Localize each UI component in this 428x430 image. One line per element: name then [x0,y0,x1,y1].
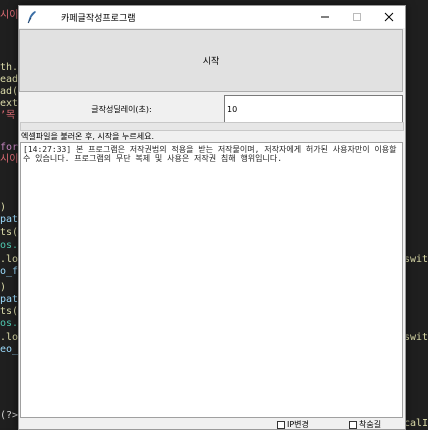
log-textarea[interactable]: [14:27:33] 본 프로그램은 저작권법의 적용을 받는 저작물이며, 저… [20,142,403,418]
maximize-icon [353,13,361,21]
code-fragment: ) [0,202,7,213]
delay-label: 글작성딜레이(초): [91,104,152,114]
title-bar[interactable]: 카페글작성프로그램 [19,6,405,28]
code-fragment: os. [0,240,19,251]
delay-row: 글작성딜레이(초): [19,92,405,126]
checkbox-icon [277,420,285,429]
progress-bar [20,122,404,131]
close-icon [384,12,394,22]
close-button[interactable] [373,6,405,28]
code-fragment: ) [0,282,7,293]
code-fragment: calIPr [404,418,428,429]
start-button[interactable]: 시작 [19,29,403,92]
code-fragment: swith [404,254,428,265]
code-fragment: 시이 [0,154,19,165]
code-fragment: ’목 [0,110,16,121]
minimize-button[interactable] [309,6,341,28]
ip-change-label: IP변경 [287,420,309,429]
bottom-bar: IP변경 착숨길 [19,418,405,429]
code-fragment: 시이 [0,10,19,21]
code-fragment: (?> [0,410,19,421]
favorite-label: 착숨길 [359,420,382,429]
delay-input[interactable] [224,95,403,123]
status-label: 엑셀파일을 불러온 후, 시작을 누르세요. [21,132,155,141]
favorite-checkbox[interactable]: 착숨길 [349,419,381,430]
ip-change-checkbox[interactable]: IP변경 [277,419,309,430]
code-fragment: os. [0,318,19,329]
feather-icon [27,11,36,24]
app-window: 카페글작성프로그램 시작 글작성딜레이(초): 엑셀파일을 불러온 후, 시작을… [18,5,406,430]
maximize-button[interactable] [341,6,373,28]
code-fragment: o_f [0,266,19,277]
checkbox-icon [349,420,357,429]
code-fragment: swith [404,332,428,343]
minimize-icon [321,16,329,18]
code-fragment: for [0,142,19,153]
window-title: 카페글작성프로그램 [61,14,136,24]
